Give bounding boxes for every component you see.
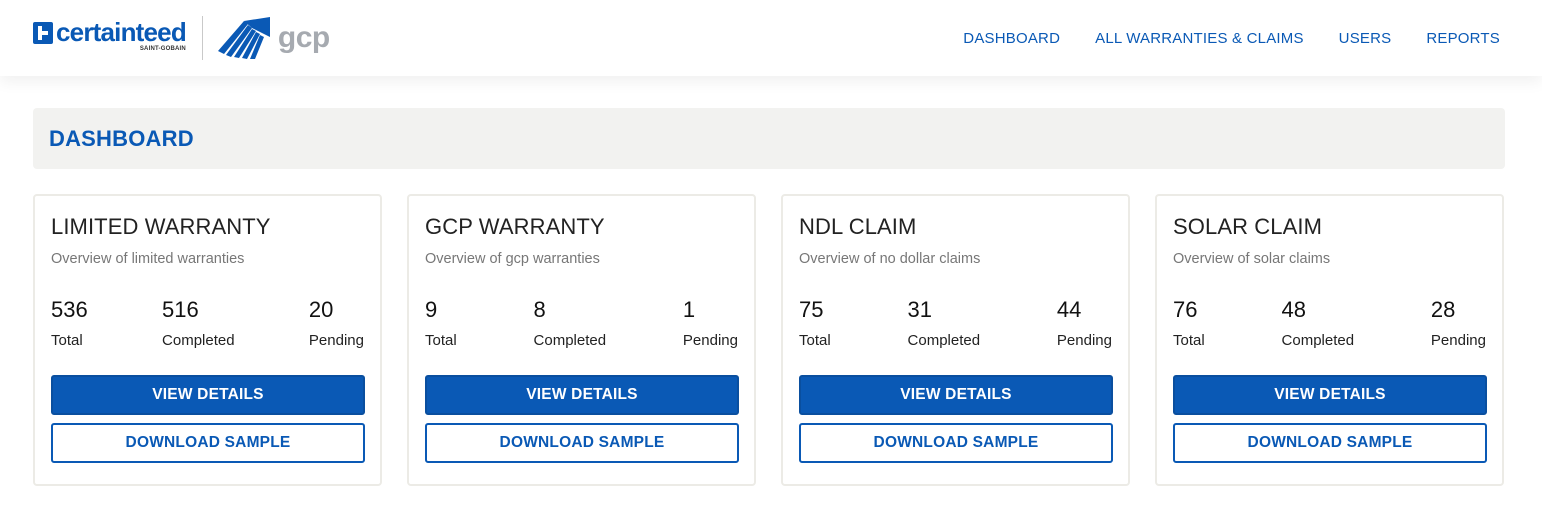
stat-completed: 516 Completed — [162, 296, 235, 350]
certainteed-logo-text: certainteed — [56, 16, 187, 47]
stat-value: 8 — [533, 297, 546, 322]
card-title: LIMITED WARRANTY — [51, 214, 271, 239]
card-solar-claim: SOLAR CLAIM Overview of solar claims 76 … — [1155, 194, 1504, 486]
brand-logos[interactable]: certainteed SAINT-GOBAIN gcp — [33, 0, 330, 76]
saint-gobain-logo-text: SAINT-GOBAIN — [139, 45, 186, 52]
nav-dashboard[interactable]: DASHBOARD — [963, 30, 1060, 47]
view-details-button[interactable]: VIEW DETAILS — [425, 375, 739, 415]
card-stats: 536 Total 516 Completed 20 Pending — [51, 296, 364, 350]
stat-pending: 44 Pending — [1057, 296, 1112, 350]
gcp-fan-icon — [217, 17, 270, 59]
stat-value: 48 — [1281, 297, 1307, 322]
stat-value: 20 — [308, 297, 334, 322]
stat-label: Pending — [308, 332, 364, 349]
stat-completed: 8 Completed — [534, 296, 607, 350]
stat-completed: 31 Completed — [908, 296, 981, 350]
card-subtitle: Overview of solar claims — [1173, 251, 1331, 267]
nav-all-warranties-claims[interactable]: ALL WARRANTIES & CLAIMS — [1095, 30, 1304, 47]
nav-reports[interactable]: REPORTS — [1426, 30, 1500, 47]
card-stats: 9 Total 8 Completed 1 Pending — [425, 296, 738, 350]
stat-label: Completed — [533, 332, 607, 349]
stat-value: 9 — [425, 297, 438, 322]
stat-value: 31 — [907, 297, 933, 322]
stat-value: 1 — [682, 297, 696, 322]
download-sample-button[interactable]: DOWNLOAD SAMPLE — [51, 423, 365, 463]
download-sample-button[interactable]: DOWNLOAD SAMPLE — [1173, 423, 1487, 463]
stat-value: 75 — [799, 297, 824, 322]
gcp-logo[interactable]: gcp — [214, 17, 330, 59]
stat-label: Total — [799, 332, 831, 349]
certainteed-mark-icon — [33, 21, 53, 44]
view-details-button[interactable]: VIEW DETAILS — [1173, 375, 1487, 415]
stat-label: Pending — [682, 332, 738, 349]
card-stats: 76 Total 48 Completed 28 Pending — [1173, 296, 1486, 350]
stat-pending: 28 Pending — [1431, 296, 1486, 350]
stat-completed: 48 Completed — [1282, 296, 1355, 350]
certainteed-logo[interactable]: certainteed SAINT-GOBAIN — [33, 16, 187, 53]
stat-value: 76 — [1173, 297, 1198, 322]
view-details-button[interactable]: VIEW DETAILS — [51, 375, 365, 415]
logo-divider — [201, 16, 203, 60]
gcp-logo-text: gcp — [277, 21, 330, 54]
stat-total: 76 Total — [1173, 296, 1205, 350]
summary-cards: LIMITED WARRANTY Overview of limited war… — [33, 194, 1505, 486]
stat-pending: 1 Pending — [683, 296, 738, 350]
stat-label: Pending — [1430, 332, 1486, 349]
stat-value: 44 — [1056, 297, 1082, 322]
view-details-button[interactable]: VIEW DETAILS — [799, 375, 1113, 415]
download-sample-button[interactable]: DOWNLOAD SAMPLE — [799, 423, 1113, 463]
card-limited-warranty: LIMITED WARRANTY Overview of limited war… — [33, 194, 382, 486]
card-subtitle: Overview of limited warranties — [51, 251, 245, 267]
card-title: GCP WARRANTY — [425, 214, 605, 239]
card-title: SOLAR CLAIM — [1173, 214, 1323, 239]
card-ndl-claim: NDL CLAIM Overview of no dollar claims 7… — [781, 194, 1130, 486]
main-content: DASHBOARD LIMITED WARRANTY Overview of l… — [0, 76, 1542, 486]
download-sample-button[interactable]: DOWNLOAD SAMPLE — [425, 423, 739, 463]
stat-label: Total — [51, 332, 83, 349]
stat-total: 75 Total — [799, 296, 831, 350]
stat-total: 9 Total — [425, 296, 457, 350]
stat-label: Completed — [162, 332, 235, 349]
card-title: NDL CLAIM — [799, 214, 917, 239]
main-nav: DASHBOARD ALL WARRANTIES & CLAIMS USERS … — [963, 30, 1500, 47]
card-stats: 75 Total 31 Completed 44 Pending — [799, 296, 1112, 350]
stat-label: Total — [425, 332, 457, 349]
stat-pending: 20 Pending — [309, 296, 364, 350]
stat-label: Completed — [1281, 332, 1355, 349]
nav-users[interactable]: USERS — [1339, 30, 1392, 47]
stat-label: Completed — [907, 332, 981, 349]
stat-label: Pending — [1056, 332, 1112, 349]
card-subtitle: Overview of gcp warranties — [425, 251, 600, 267]
top-header: certainteed SAINT-GOBAIN gcp DASHBOARD A… — [0, 0, 1542, 76]
card-subtitle: Overview of no dollar claims — [799, 251, 981, 267]
card-gcp-warranty: GCP WARRANTY Overview of gcp warranties … — [407, 194, 756, 486]
stat-value: 28 — [1430, 297, 1456, 322]
page-title-bar: DASHBOARD — [33, 108, 1505, 169]
stat-value: 536 — [51, 297, 88, 322]
stat-total: 536 Total — [51, 296, 88, 350]
stat-label: Total — [1173, 332, 1205, 349]
stat-value: 516 — [162, 297, 199, 322]
page-title: DASHBOARD — [49, 125, 194, 151]
